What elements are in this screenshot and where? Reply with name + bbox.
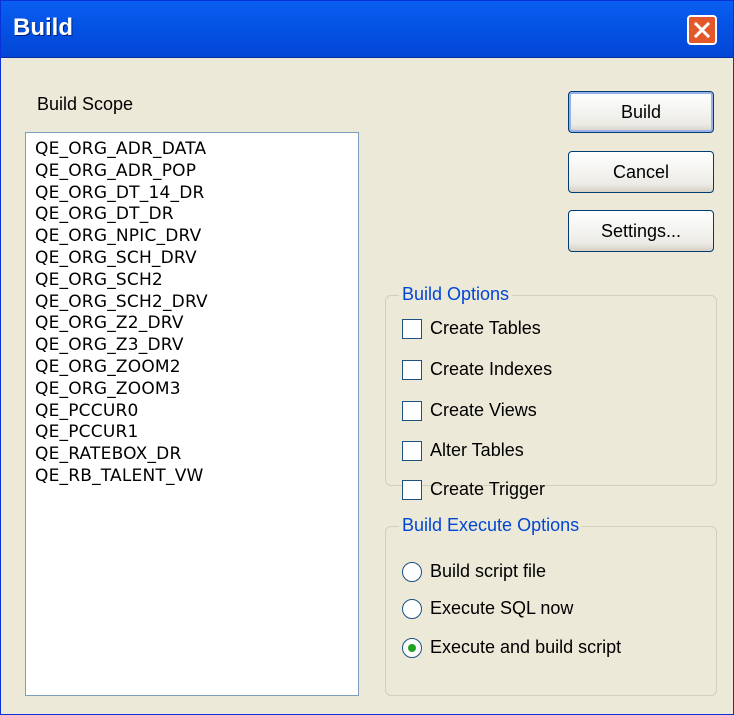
list-item[interactable]: QE_PCCUR0	[35, 401, 358, 423]
checkbox-label: Create Trigger	[430, 479, 546, 499]
checkbox-label: Create Indexes	[430, 359, 553, 379]
list-item[interactable]: QE_ORG_ZOOM3	[35, 379, 358, 401]
alter-tables-checkbox[interactable]: Alter Tables	[402, 440, 524, 461]
radio-circle[interactable]	[402, 561, 422, 582]
checkbox-box[interactable]	[402, 400, 422, 421]
execute-sql-now-radio[interactable]: Execute SQL now	[402, 598, 573, 619]
build-execute-options-title: Build Execute Options	[399, 515, 583, 536]
list-item[interactable]: QE_ORG_ADR_DATA	[35, 139, 358, 161]
build-options-title: Build Options	[399, 284, 513, 305]
list-item[interactable]: QE_ORG_ZOOM2	[35, 357, 358, 379]
radio-label: Execute and build script	[430, 637, 622, 657]
radio-circle[interactable]	[402, 598, 422, 619]
list-item[interactable]: QE_RB_TALENT_VW	[35, 466, 358, 488]
build-button[interactable]: Build	[568, 91, 714, 133]
checkbox-box[interactable]	[402, 479, 422, 500]
close-icon	[693, 21, 711, 39]
window-title: Build	[13, 14, 73, 41]
title-bar[interactable]: Build	[1, 1, 733, 58]
list-item[interactable]: QE_PCCUR1	[35, 422, 358, 444]
list-item[interactable]: QE_ORG_SCH2	[35, 270, 358, 292]
build-script-file-radio[interactable]: Build script file	[402, 561, 546, 582]
create-indexes-checkbox[interactable]: Create Indexes	[402, 359, 552, 380]
create-views-checkbox[interactable]: Create Views	[402, 400, 537, 421]
build-scope-label: Build Scope	[37, 94, 134, 114]
list-item[interactable]: QE_RATEBOX_DR	[35, 444, 358, 466]
list-item[interactable]: QE_ORG_ADR_POP	[35, 161, 358, 183]
list-item[interactable]: QE_ORG_DT_14_DR	[35, 183, 358, 205]
radio-selected-dot	[408, 643, 416, 652]
build-scope-list[interactable]: QE_ORG_ADR_DATA QE_ORG_ADR_POP QE_ORG_DT…	[25, 132, 359, 696]
checkbox-box[interactable]	[402, 440, 422, 461]
list-item[interactable]: QE_ORG_SCH2_DRV	[35, 292, 358, 314]
dialog-body: Build Scope QE_ORG_ADR_DATA QE_ORG_ADR_P…	[1, 58, 733, 714]
radio-circle[interactable]	[402, 637, 422, 658]
checkbox-label: Create Tables	[430, 318, 541, 338]
list-item[interactable]: QE_ORG_Z3_DRV	[35, 335, 358, 357]
checkbox-label: Create Views	[430, 400, 537, 420]
create-trigger-checkbox[interactable]: Create Trigger	[402, 479, 545, 500]
close-button[interactable]	[687, 15, 717, 45]
cancel-button[interactable]: Cancel	[568, 151, 714, 193]
build-dialog: Build Build Scope QE_ORG_ADR_DATA QE_ORG…	[0, 0, 734, 715]
list-item[interactable]: QE_ORG_NPIC_DRV	[35, 226, 358, 248]
radio-label: Execute SQL now	[430, 598, 574, 618]
list-item[interactable]: QE_ORG_Z2_DRV	[35, 313, 358, 335]
list-item[interactable]: QE_ORG_DT_DR	[35, 204, 358, 226]
checkbox-box[interactable]	[402, 359, 422, 380]
checkbox-box[interactable]	[402, 318, 422, 339]
radio-label: Build script file	[430, 561, 547, 581]
execute-and-build-script-radio[interactable]: Execute and build script	[402, 637, 621, 658]
checkbox-label: Alter Tables	[430, 440, 524, 460]
list-item[interactable]: QE_ORG_SCH_DRV	[35, 248, 358, 270]
settings-button[interactable]: Settings...	[568, 210, 714, 252]
create-tables-checkbox[interactable]: Create Tables	[402, 318, 541, 339]
